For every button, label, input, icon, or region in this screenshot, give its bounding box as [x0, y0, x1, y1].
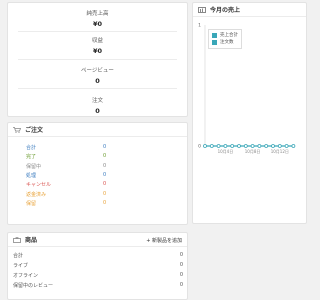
- data-point[interactable]: [203, 144, 207, 148]
- stat-value: 0: [95, 107, 100, 115]
- product-stat-value: 0: [179, 282, 183, 288]
- cart-icon: [13, 126, 22, 133]
- product-stat-value: 0: [179, 252, 183, 258]
- stat-label: 収益: [91, 38, 103, 44]
- legend-label: 注文数: [220, 40, 234, 45]
- card-title: 今月の売上: [210, 7, 241, 14]
- data-point[interactable]: [243, 144, 248, 148]
- stats-card: 純売上高 ¥0 収益 ¥0 ページビュー 0 注文 0: [7, 2, 188, 117]
- card-header: 今月の売上: [193, 3, 306, 17]
- products-card: 商品 + 新製品を追加 合計 0 ライブ 0 オフライン 0 保留中のレビュー 0: [7, 232, 188, 300]
- data-point[interactable]: [264, 144, 269, 148]
- stat-pageviews: ページビュー 0: [8, 66, 187, 85]
- product-stat-value: 0: [179, 262, 183, 268]
- chart-icon: [198, 6, 206, 13]
- order-status-link[interactable]: 処理: [26, 172, 36, 179]
- card-title: ご注文: [25, 127, 44, 134]
- y-tick-label: 1: [198, 23, 201, 29]
- order-count: 0: [103, 144, 107, 150]
- order-count: 0: [103, 199, 107, 206]
- data-point[interactable]: [209, 144, 214, 148]
- order-status-link[interactable]: 完了: [26, 153, 36, 160]
- data-point[interactable]: [257, 144, 262, 148]
- briefcase-icon: [13, 236, 21, 243]
- divider: [18, 88, 177, 89]
- order-count: 0: [103, 190, 107, 197]
- orders-card: ご注文 合計 0 完了 0 保留中 0 処理 0 キャンセル 0 返金済み 0 保留 0: [7, 122, 188, 225]
- legend-swatch: [212, 40, 217, 45]
- order-status-link[interactable]: キャンセル: [26, 181, 51, 188]
- x-tick-label: 10月8日: [245, 149, 261, 154]
- legend-item[interactable]: 売上合計: [212, 32, 238, 39]
- card-title: 商品: [25, 237, 38, 244]
- monthly-sales-card: 今月の売上 1 0 10月4日 10月8日 10月12日 売上合計 注文数: [192, 2, 307, 224]
- product-stat-label: 合計: [13, 253, 24, 259]
- order-count: 0: [103, 171, 107, 178]
- product-stat-label: ライブ: [13, 263, 29, 269]
- y-tick-label: 0: [198, 144, 201, 150]
- order-count: 0: [103, 181, 107, 188]
- stat-orders: 注文 0: [8, 96, 187, 115]
- card-header: ご注文: [8, 123, 187, 137]
- data-point[interactable]: [216, 144, 221, 148]
- product-stat-label: 保留中のレビュー: [13, 283, 54, 289]
- legend-item[interactable]: 注文数: [212, 39, 238, 46]
- order-status-link[interactable]: 保留中: [26, 163, 41, 170]
- product-stat-row[interactable]: 合計 0: [13, 252, 183, 259]
- stat-net-sales: 純売上高 ¥0: [8, 9, 187, 28]
- order-status-link[interactable]: 返金済み: [26, 191, 46, 198]
- x-tick-label: 10月4日: [218, 149, 234, 154]
- stat-earnings: 収益 ¥0: [8, 36, 187, 55]
- add-product-link[interactable]: + 新製品を追加: [146, 237, 182, 244]
- data-point[interactable]: [277, 144, 282, 148]
- order-count: 0: [103, 153, 107, 160]
- stat-value: ¥0: [92, 20, 103, 28]
- data-point[interactable]: [271, 144, 275, 148]
- legend-swatch: [212, 33, 217, 38]
- data-point[interactable]: [284, 144, 289, 148]
- stat-value: ¥0: [92, 47, 103, 55]
- stat-value: 0: [95, 77, 100, 85]
- order-status-link[interactable]: 合計: [26, 144, 36, 151]
- divider: [18, 59, 177, 60]
- order-count: 0: [103, 162, 107, 169]
- chart-legend: 売上合計 注文数: [208, 29, 242, 49]
- product-stat-row[interactable]: オフライン 0: [13, 272, 183, 279]
- product-stat-row[interactable]: ライブ 0: [13, 262, 183, 269]
- stat-label: 純売上高: [86, 11, 109, 17]
- divider: [18, 31, 177, 32]
- x-tick-label: 10月12日: [271, 149, 289, 154]
- data-point[interactable]: [230, 144, 235, 148]
- data-point[interactable]: [250, 144, 255, 148]
- data-point[interactable]: [291, 144, 296, 148]
- product-stat-row[interactable]: 保留中のレビュー 0: [13, 282, 183, 289]
- legend-label: 売上合計: [220, 33, 238, 38]
- data-point[interactable]: [237, 144, 241, 148]
- order-status-link[interactable]: 保留: [26, 200, 36, 207]
- product-stat-label: オフライン: [13, 273, 39, 279]
- stat-label: 注文: [91, 98, 103, 104]
- product-stat-value: 0: [179, 272, 183, 278]
- stat-label: ページビュー: [81, 68, 114, 74]
- data-point[interactable]: [223, 144, 228, 148]
